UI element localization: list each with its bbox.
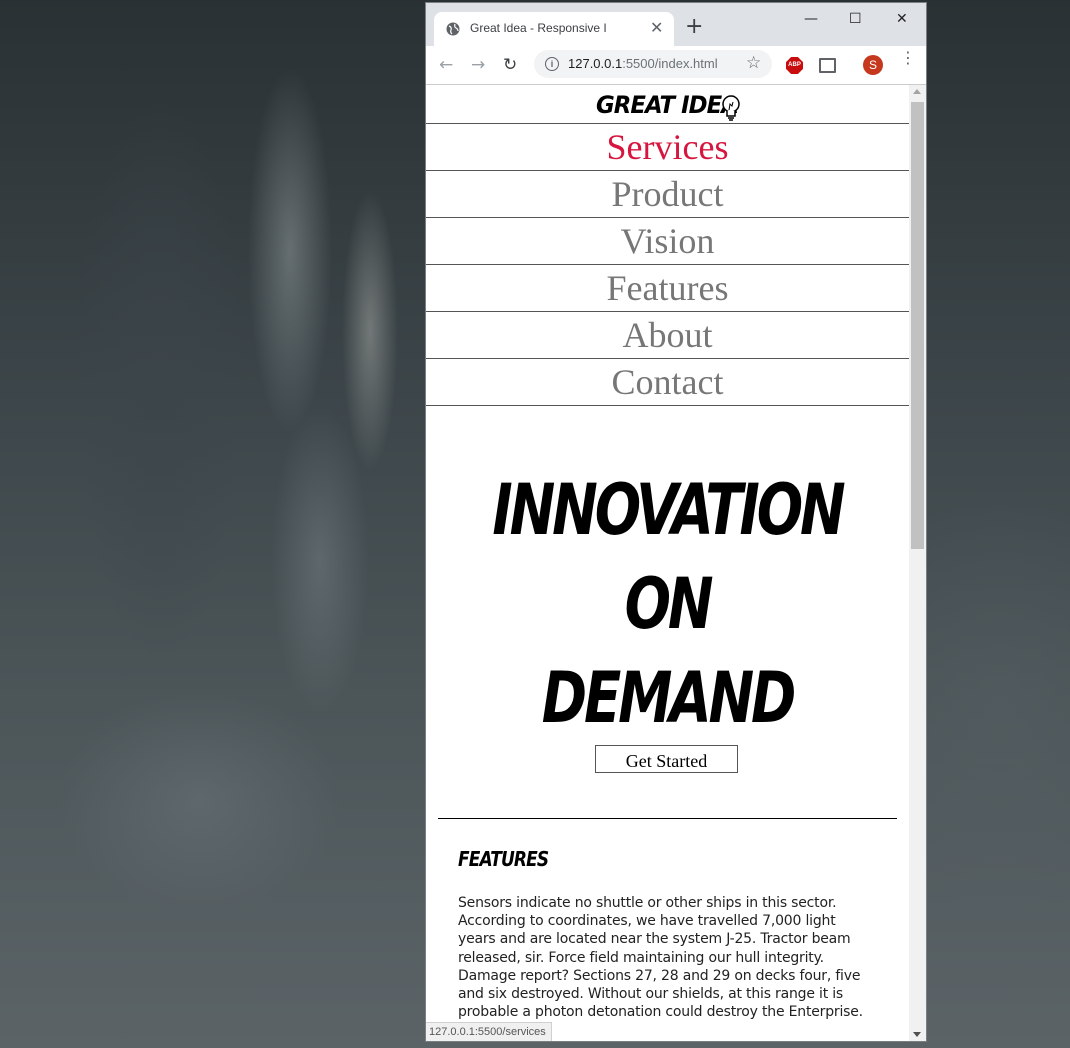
scroll-up-icon[interactable] [913, 89, 921, 94]
url-path: :5500/index.html [622, 56, 718, 71]
features-text: Sensors indicate no shuttle or other shi… [458, 895, 863, 1021]
reload-icon[interactable]: ↻ [503, 56, 517, 74]
hero-line: INNOVATION [492, 469, 845, 551]
get-started-button[interactable]: Get Started [595, 745, 738, 773]
globe-icon [446, 22, 460, 36]
adblock-icon[interactable]: ABP [786, 57, 803, 74]
lightbulb-icon [722, 95, 740, 121]
page-viewport: GREAT IDEA Services Product Vision Featu… [426, 85, 909, 1041]
browser-tab[interactable]: Great Idea - Responsive I ✕ [434, 12, 674, 46]
nav-product[interactable]: Product [426, 171, 909, 218]
forward-icon[interactable]: → [471, 56, 485, 74]
tab-title: Great Idea - Responsive I [470, 21, 607, 35]
close-window-icon[interactable]: ✕ [896, 11, 908, 27]
main-nav: Services Product Vision Features About C… [426, 123, 909, 406]
scroll-down-icon[interactable] [913, 1032, 921, 1037]
maximize-icon[interactable]: ☐ [849, 11, 862, 27]
profile-avatar[interactable]: S [863, 55, 883, 75]
nav-about[interactable]: About [426, 312, 909, 359]
scrollbar-thumb[interactable] [911, 102, 924, 549]
address-bar[interactable]: i 127.0.0.1:5500/index.html ☆ [534, 50, 772, 78]
hero-line: DEMAND [541, 657, 797, 739]
nav-contact[interactable]: Contact [426, 359, 909, 406]
back-icon[interactable]: ← [439, 56, 453, 74]
bookmark-star-icon[interactable]: ☆ [746, 53, 761, 73]
status-bar-url: 127.0.0.1:5500/services [426, 1022, 552, 1041]
hero-line: ON [624, 563, 714, 645]
close-tab-icon[interactable]: ✕ [650, 19, 663, 37]
section-divider [438, 818, 897, 819]
site-info-icon[interactable]: i [545, 57, 559, 71]
nav-features[interactable]: Features [426, 265, 909, 312]
url-host: 127.0.0.1 [568, 56, 623, 71]
site-logo[interactable]: GREAT IDEA [596, 91, 739, 119]
nav-services[interactable]: Services [426, 124, 909, 171]
browser-toolbar: ← → ↻ i 127.0.0.1:5500/index.html ☆ ABP … [426, 46, 926, 85]
new-tab-button[interactable]: + [685, 16, 703, 38]
url-text: 127.0.0.1:5500/index.html [568, 56, 718, 71]
browser-window: Great Idea - Responsive I ✕ + — ☐ ✕ ← → … [426, 3, 926, 1041]
menu-icon[interactable]: ⋮ [900, 50, 916, 66]
minimize-icon[interactable]: — [804, 11, 818, 27]
nav-vision[interactable]: Vision [426, 218, 909, 265]
hero-heading: INNOVATION ON DEMAND [426, 463, 909, 745]
screen-capture-icon[interactable] [819, 58, 836, 73]
tab-strip: Great Idea - Responsive I ✕ + — ☐ ✕ [426, 3, 926, 46]
page-scrollbar[interactable] [909, 85, 926, 1041]
features-heading: FEATURES [458, 847, 549, 871]
